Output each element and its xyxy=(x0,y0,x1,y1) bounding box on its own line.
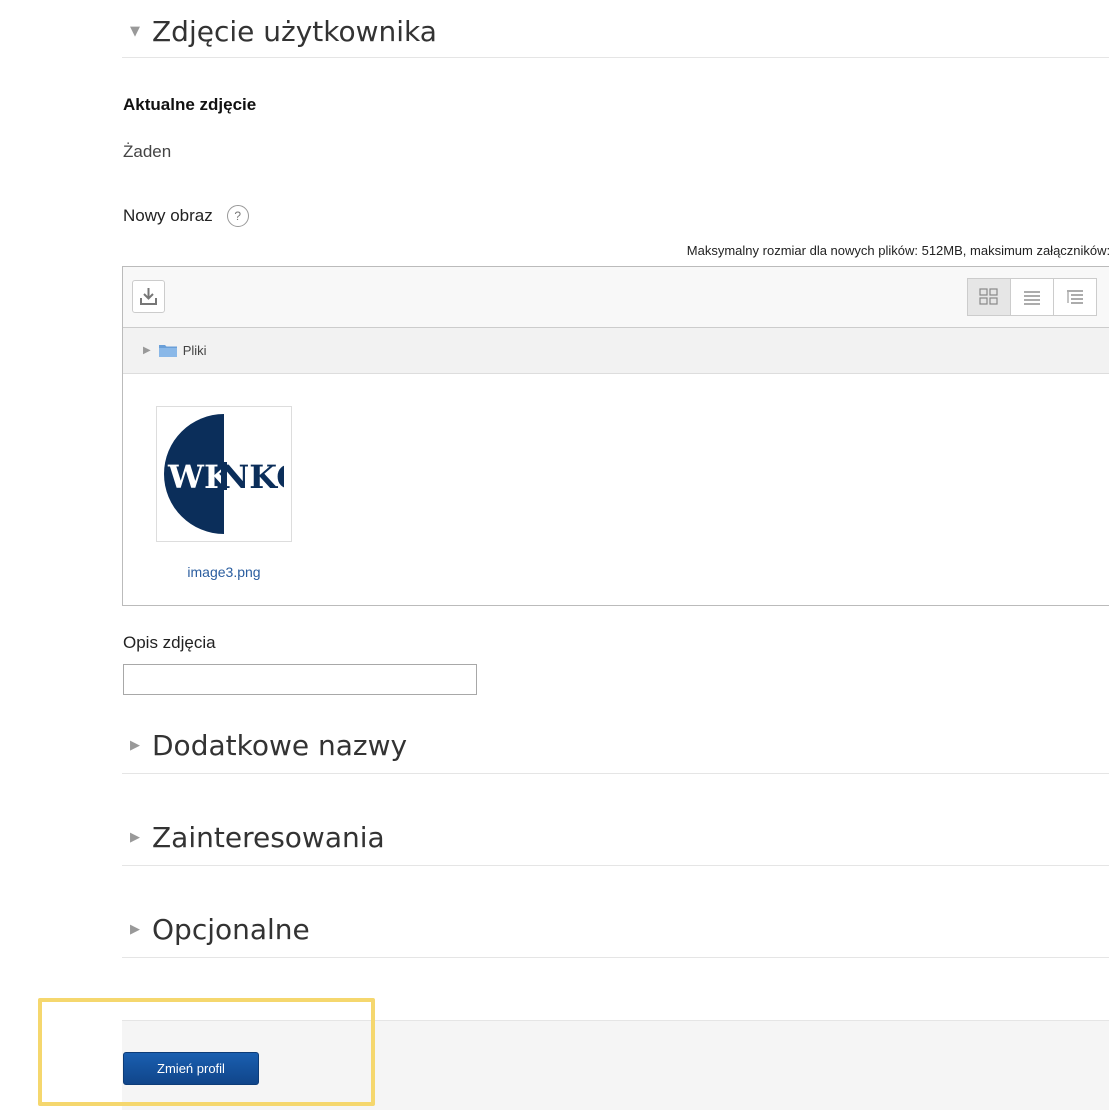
section-header-user-photo[interactable]: ▼ Zdjęcie użytkownika xyxy=(122,6,1109,58)
icons-view-button[interactable] xyxy=(967,278,1011,316)
current-photo-value: Żaden xyxy=(123,142,172,161)
tree-view-button[interactable] xyxy=(1053,278,1097,316)
caret-right-icon: ▶ xyxy=(130,738,140,753)
section-title: Zdjęcie użytkownika xyxy=(152,15,437,48)
file-name[interactable]: image3.png xyxy=(156,564,292,580)
logo-text-right: NKO xyxy=(220,458,284,496)
download-icon xyxy=(140,288,157,305)
folder-icon xyxy=(158,345,177,357)
new-image-label-row: Nowy obraz ? xyxy=(123,205,249,227)
file-picker-toolbar xyxy=(123,267,1109,328)
caret-right-icon: ▶ xyxy=(130,922,140,937)
file-thumbnail[interactable]: WK NKO xyxy=(156,406,292,542)
form-footer xyxy=(122,1020,1109,1110)
new-image-label: Nowy obraz xyxy=(123,206,213,225)
file-picker-path-bar: ▶ Pliki xyxy=(123,328,1109,374)
section-title: Dodatkowe nazwy xyxy=(152,729,408,762)
update-profile-button[interactable]: Zmień profil xyxy=(123,1052,259,1085)
image-description-label: Opis zdjęcia xyxy=(123,633,216,652)
max-size-info: Maksymalny rozmiar dla nowych plików: 51… xyxy=(686,243,1109,258)
profile-edit-page: ▼ Zdjęcie użytkownika Aktualne zdjęcie Ż… xyxy=(0,0,1109,1110)
caret-right-icon[interactable]: ▶ xyxy=(143,345,151,356)
path-folder-files[interactable]: Pliki xyxy=(183,343,207,358)
view-mode-group xyxy=(967,278,1097,316)
section-title: Opcjonalne xyxy=(152,913,310,946)
icons-view-icon xyxy=(979,288,998,305)
tree-view-icon xyxy=(1067,290,1083,304)
list-view-button[interactable] xyxy=(1010,278,1054,316)
image-description-input[interactable] xyxy=(123,664,477,695)
question-circle-icon[interactable]: ? xyxy=(226,205,249,227)
file-picker: ▶ Pliki WK NKO image3.png xyxy=(122,266,1109,606)
section-header-extra-names[interactable]: ▶ Dodatkowe nazwy xyxy=(122,718,1109,774)
caret-down-icon: ▼ xyxy=(130,24,140,39)
wknko-logo-image: WK NKO xyxy=(164,414,284,534)
current-photo-label: Aktualne zdjęcie xyxy=(123,95,257,114)
download-button[interactable] xyxy=(132,280,165,313)
file-item[interactable]: WK NKO image3.png xyxy=(156,406,292,580)
section-header-interests[interactable]: ▶ Zainteresowania xyxy=(122,810,1109,866)
section-title: Zainteresowania xyxy=(152,821,385,854)
section-header-optional[interactable]: ▶ Opcjonalne xyxy=(122,902,1109,958)
list-view-icon xyxy=(1024,291,1040,305)
caret-right-icon: ▶ xyxy=(130,830,140,845)
